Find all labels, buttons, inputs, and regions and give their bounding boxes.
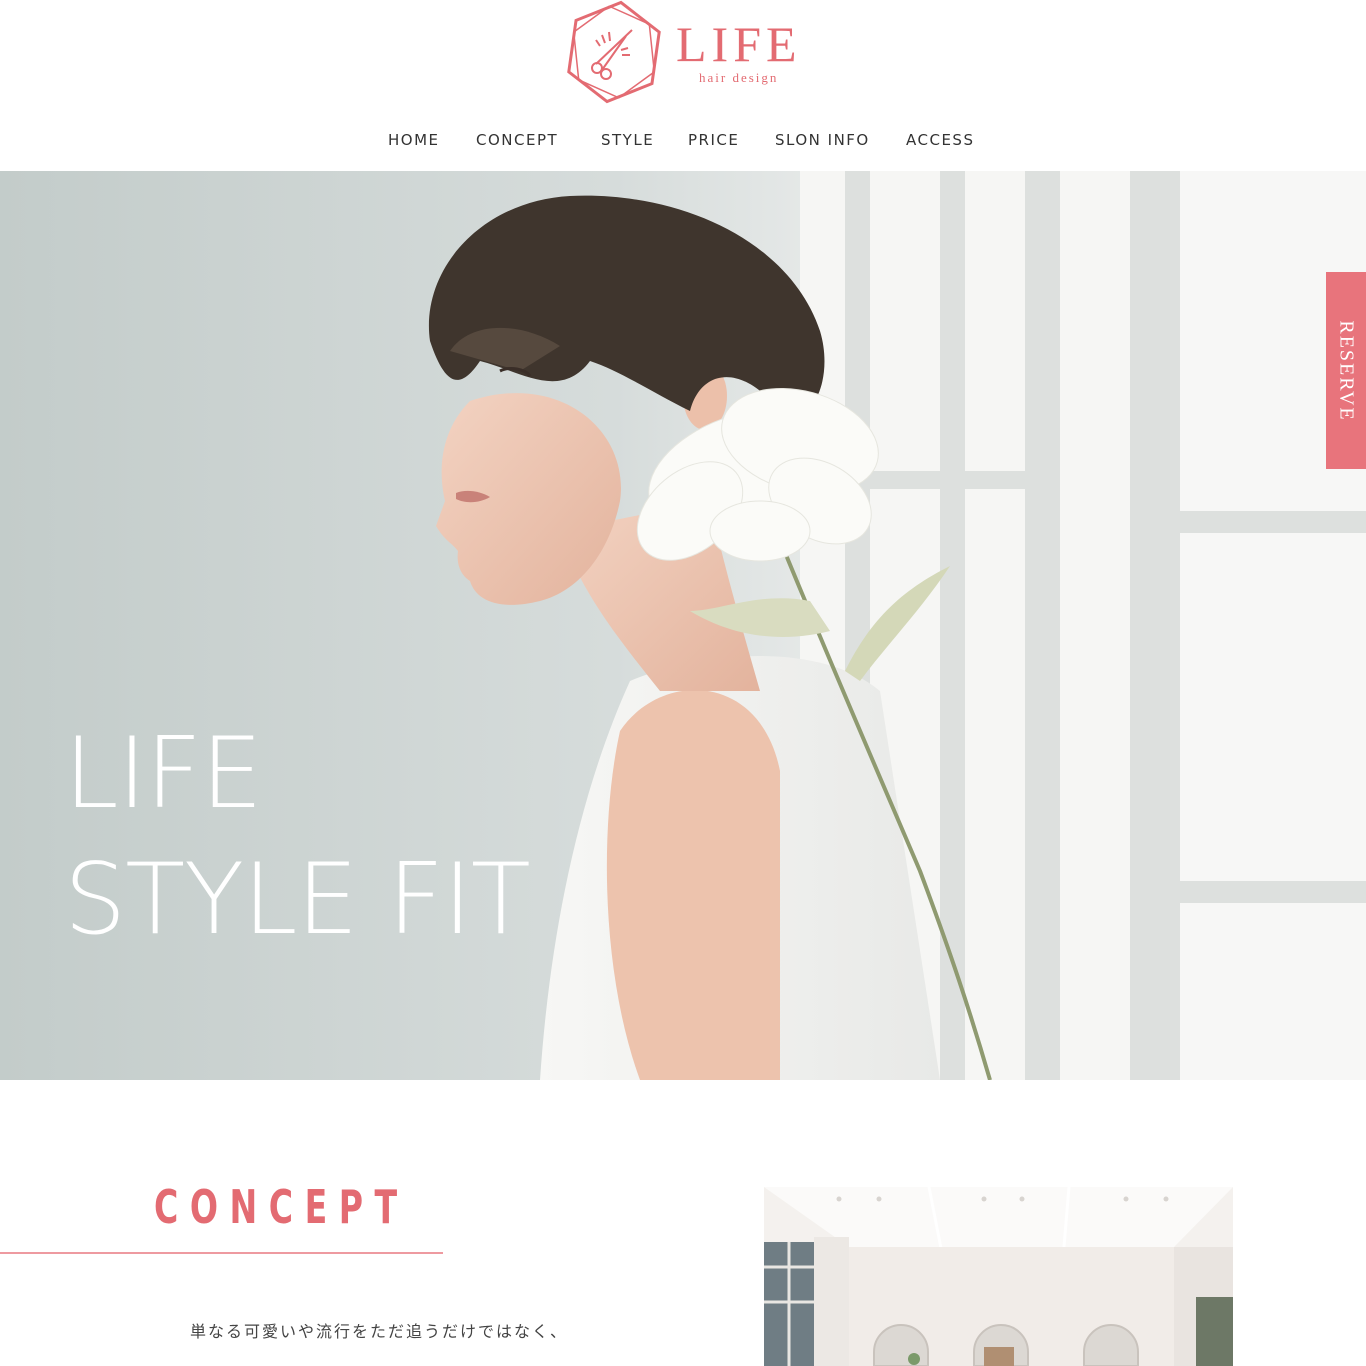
salon-interior-photo <box>764 1187 1233 1366</box>
nav-salon-info[interactable]: SLON INFO <box>775 131 870 149</box>
nav-access[interactable]: ACCESS <box>906 131 974 149</box>
concept-heading: CONCEPT <box>154 1180 409 1234</box>
hero-headline: LIFE STYLE FIT <box>64 711 531 963</box>
hero-headline-line2: STYLE FIT <box>64 843 531 957</box>
brand-logo[interactable]: LIFE hair design <box>566 0 806 104</box>
nav-style[interactable]: STYLE <box>601 131 654 149</box>
scissors-hexagon-icon <box>567 0 661 104</box>
nav-price[interactable]: PRICE <box>688 131 739 149</box>
concept-text: 単なる可愛いや流行をただ追うだけではなく、 <box>190 1322 569 1341</box>
reserve-label: RESERVE <box>1335 319 1358 422</box>
nav-home[interactable]: HOME <box>388 131 440 149</box>
brand-tagline: hair design <box>699 70 779 85</box>
nav-concept[interactable]: CONCEPT <box>476 131 558 149</box>
site-header: LIFE hair design HOME CONCEPT STYLE PRIC… <box>0 0 1366 170</box>
hero-section: LIFE STYLE FIT <box>0 171 1366 1080</box>
concept-underline <box>0 1252 443 1254</box>
brand-name: LIFE <box>676 16 802 72</box>
main-nav: HOME CONCEPT STYLE PRICE SLON INFO ACCES… <box>0 131 1366 155</box>
hero-headline-line1: LIFE <box>64 717 263 831</box>
reserve-button[interactable]: RESERVE <box>1326 272 1366 469</box>
